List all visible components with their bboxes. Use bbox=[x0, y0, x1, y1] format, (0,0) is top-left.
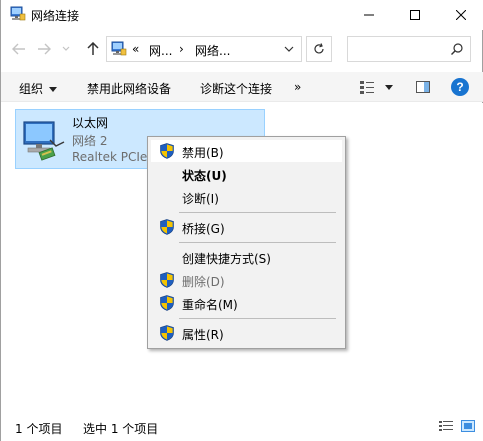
menu-item-rename[interactable]: 重命名(M) bbox=[151, 292, 342, 314]
menu-item-label: 桥接(G) bbox=[182, 222, 225, 236]
preview-pane-icon[interactable] bbox=[415, 79, 431, 95]
menu-separator bbox=[179, 318, 336, 319]
help-button[interactable]: ? bbox=[451, 78, 469, 96]
breadcrumb-item-2[interactable]: 网络... bbox=[195, 42, 230, 59]
navigation-bar: « 网... › 网络... bbox=[1, 30, 483, 70]
menu-item-status[interactable]: 状态(U) bbox=[151, 163, 342, 185]
menu-item-label: 禁用(B) bbox=[182, 146, 224, 160]
maximize-button[interactable] bbox=[392, 0, 438, 30]
menu-item-bridge[interactable]: 桥接(G) bbox=[151, 216, 342, 238]
window-title: 网络连接 bbox=[31, 9, 80, 23]
recent-locations-button[interactable] bbox=[59, 39, 73, 59]
menu-item-delete[interactable]: 删除(D) bbox=[151, 269, 342, 291]
context-menu: 禁用(B) 状态(U) 诊断(I) 桥接(G) 创建快捷方式(S) 删除(D) … bbox=[147, 136, 346, 349]
change-view-icon[interactable] bbox=[359, 79, 375, 95]
search-box[interactable] bbox=[347, 36, 471, 62]
adapter-device: Realtek PCIe bbox=[72, 150, 148, 164]
chevron-down-icon[interactable] bbox=[283, 42, 295, 56]
ethernet-adapter-icon bbox=[23, 121, 65, 161]
menu-item-label: 删除(D) bbox=[182, 275, 225, 289]
adapter-name: 以太网 bbox=[72, 116, 109, 130]
arrow-left-icon bbox=[12, 43, 25, 55]
status-bar: 1 个项目 选中 1 个项目 bbox=[1, 413, 483, 441]
menu-item-properties[interactable]: 属性(R) bbox=[151, 322, 342, 344]
address-bar[interactable]: « 网... › 网络... bbox=[106, 36, 302, 62]
menu-item-label: 诊断(I) bbox=[182, 192, 219, 206]
minimize-icon bbox=[364, 14, 374, 16]
refresh-icon bbox=[314, 43, 324, 54]
refresh-button[interactable] bbox=[306, 36, 332, 62]
breadcrumb-separator[interactable]: › bbox=[179, 42, 184, 56]
uac-shield-icon bbox=[160, 325, 174, 341]
selection-count: 选中 1 个项目 bbox=[83, 422, 159, 436]
more-commands-button[interactable]: » bbox=[294, 80, 301, 94]
uac-shield-icon bbox=[160, 272, 174, 288]
menu-item-label: 属性(R) bbox=[182, 328, 224, 342]
menu-separator bbox=[179, 242, 336, 243]
uac-shield-icon bbox=[160, 219, 174, 235]
explorer-window: 网络连接 « 网... › 网络... 组织 禁用此网络设备 诊断这个连接 » … bbox=[0, 0, 483, 441]
large-icons-view-icon[interactable] bbox=[461, 420, 475, 433]
arrow-up-icon bbox=[87, 42, 99, 55]
close-button[interactable] bbox=[438, 0, 483, 30]
menu-item-diagnose[interactable]: 诊断(I) bbox=[151, 186, 342, 208]
organize-label: 组织 bbox=[19, 82, 44, 96]
organize-menu[interactable]: 组织 bbox=[19, 80, 58, 97]
menu-separator bbox=[179, 212, 336, 213]
network-connections-icon bbox=[111, 41, 127, 56]
breadcrumb-item-1[interactable]: 网... bbox=[149, 42, 172, 59]
up-button[interactable] bbox=[83, 39, 103, 59]
chevron-down-icon bbox=[62, 46, 70, 51]
network-connections-icon bbox=[10, 6, 26, 21]
diagnose-button[interactable]: 诊断这个连接 bbox=[200, 80, 272, 97]
forward-button[interactable] bbox=[34, 39, 54, 59]
breadcrumb-overflow[interactable]: « bbox=[132, 42, 139, 56]
menu-item-label: 创建快捷方式(S) bbox=[182, 252, 271, 266]
maximize-icon bbox=[410, 10, 420, 20]
item-count: 1 个项目 bbox=[15, 422, 63, 436]
uac-shield-icon bbox=[160, 143, 174, 159]
adapter-network: 网络 2 bbox=[72, 134, 108, 148]
caret-down-icon bbox=[49, 87, 58, 92]
back-button[interactable] bbox=[9, 39, 29, 59]
menu-item-label: 状态(U) bbox=[182, 169, 227, 183]
menu-item-create-shortcut[interactable]: 创建快捷方式(S) bbox=[151, 246, 342, 268]
menu-item-label: 重命名(M) bbox=[182, 298, 238, 312]
title-bar: 网络连接 bbox=[1, 0, 483, 30]
view-options-dropdown[interactable] bbox=[385, 85, 393, 90]
command-bar: 组织 禁用此网络设备 诊断这个连接 » ? bbox=[1, 72, 483, 102]
search-icon bbox=[451, 43, 463, 55]
uac-shield-icon bbox=[160, 295, 174, 311]
arrow-right-icon bbox=[38, 43, 51, 55]
close-icon bbox=[456, 10, 466, 20]
disable-device-button[interactable]: 禁用此网络设备 bbox=[87, 80, 171, 97]
minimize-button[interactable] bbox=[346, 0, 392, 30]
details-view-icon[interactable] bbox=[439, 420, 453, 433]
menu-item-disable[interactable]: 禁用(B) bbox=[151, 140, 342, 162]
